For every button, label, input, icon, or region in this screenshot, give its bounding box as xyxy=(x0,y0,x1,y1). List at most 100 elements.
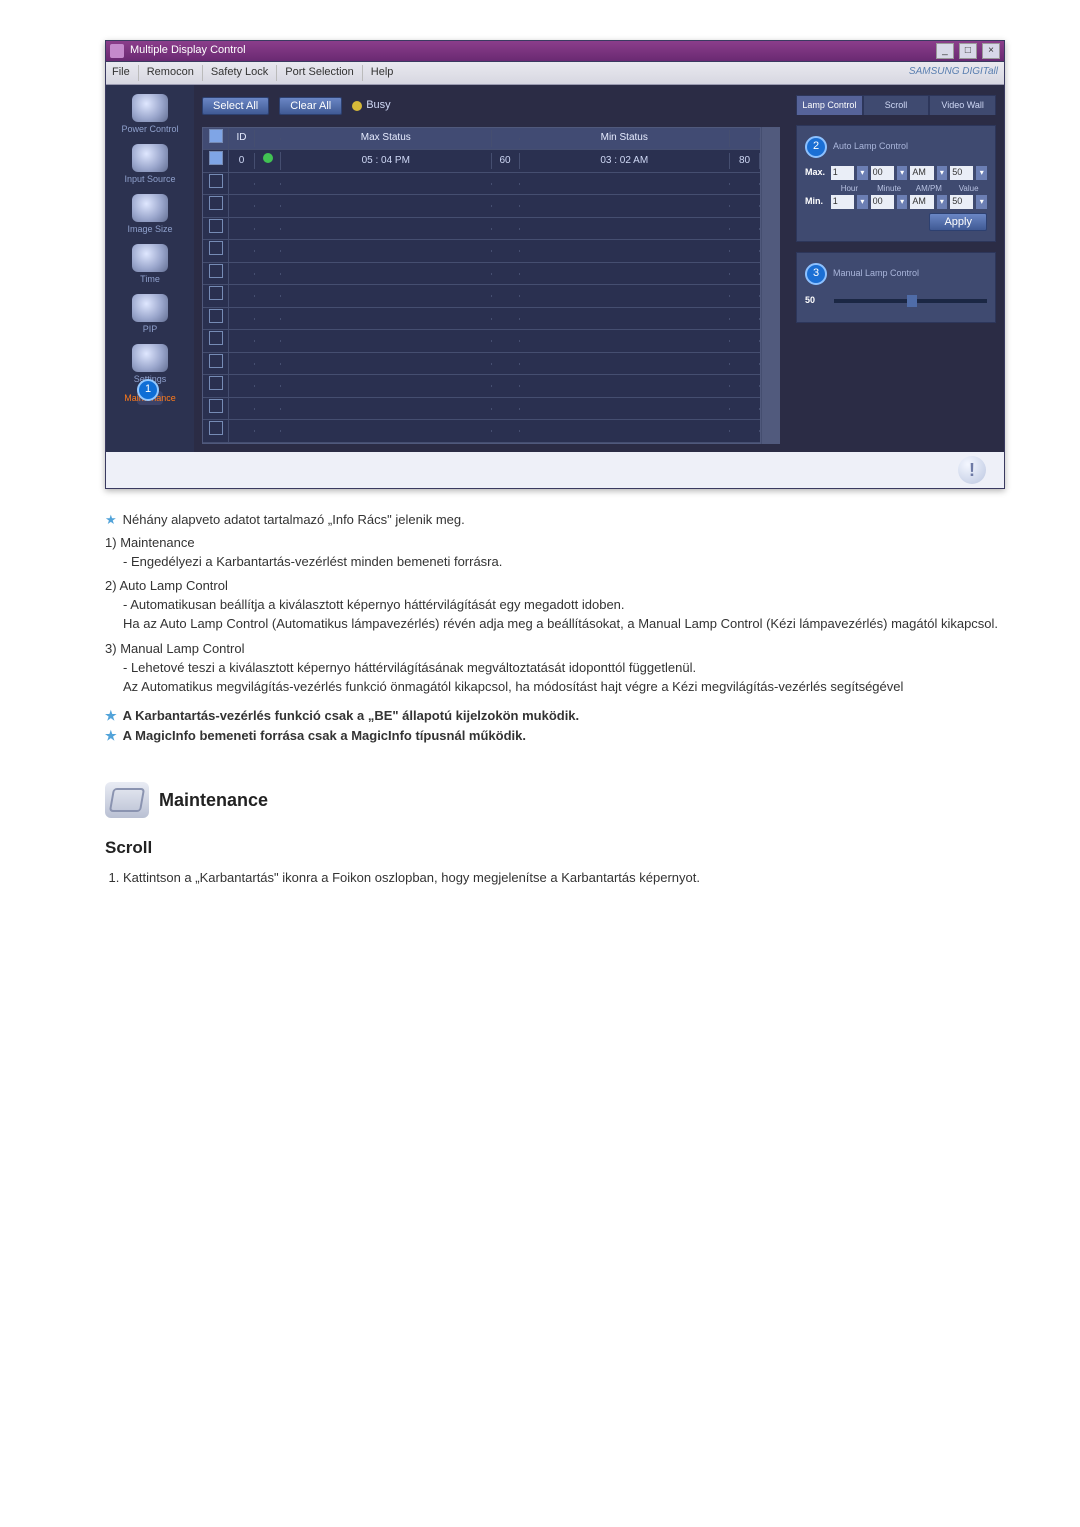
power-icon xyxy=(132,94,168,122)
sidebar-item-input[interactable]: Input Source xyxy=(111,141,189,189)
menu-safetylock[interactable]: Safety Lock xyxy=(211,65,268,81)
sidebar-item-time[interactable]: Time xyxy=(111,241,189,289)
max-value[interactable]: 50 xyxy=(950,166,973,180)
table-row xyxy=(203,173,760,196)
chevron-down-icon[interactable]: ▾ xyxy=(897,195,908,209)
chevron-down-icon[interactable]: ▾ xyxy=(976,166,987,180)
close-button[interactable]: × xyxy=(982,43,1000,59)
min-label: Min. xyxy=(805,195,828,208)
cell-id: 0 xyxy=(229,153,255,170)
max-minute[interactable]: 00 xyxy=(871,166,894,180)
status-icon xyxy=(263,153,273,163)
min-ampm[interactable]: AM xyxy=(910,195,933,209)
hdr-max: Max Status xyxy=(281,130,492,147)
min-value[interactable]: 50 xyxy=(950,195,973,209)
col-hour: Hour xyxy=(831,183,868,195)
tab-videowall[interactable]: Video Wall xyxy=(929,95,996,115)
chevron-down-icon[interactable]: ▾ xyxy=(937,195,948,209)
hdr-id: ID xyxy=(229,130,255,147)
auto-lamp-panel: 2Auto Lamp Control Max. 1▾ 00▾ AM▾ 50▾ H… xyxy=(796,125,996,242)
pip-icon xyxy=(132,294,168,322)
lamp-slider[interactable] xyxy=(834,299,987,303)
col-value: Value xyxy=(950,183,987,195)
doc-item-1: 1) Maintenance - Engedélyezi a Karbantar… xyxy=(105,534,1005,572)
tabs: Lamp Control Scroll Video Wall xyxy=(796,95,996,115)
grid-header-row: ID Max Status Min Status xyxy=(203,128,760,151)
bold-note-2: ★A MagicInfo bemeneti forrása csak a Mag… xyxy=(105,727,1005,746)
menu-file[interactable]: File xyxy=(112,65,130,81)
imagesize-icon xyxy=(132,194,168,222)
manual-value: 50 xyxy=(805,294,831,307)
cell-maxval: 60 xyxy=(492,153,520,170)
chevron-down-icon[interactable]: ▾ xyxy=(897,166,908,180)
doc-item-2: 2) Auto Lamp Control - Automatikusan beá… xyxy=(105,577,1005,634)
maximize-button[interactable]: □ xyxy=(959,43,977,59)
section-heading: Maintenance xyxy=(105,782,1005,818)
menu-portselection[interactable]: Port Selection xyxy=(285,65,353,81)
app-icon xyxy=(110,44,124,58)
menu-remocon[interactable]: Remocon xyxy=(147,65,194,81)
step-1: Kattintson a „Karbantartás" ikonra a Foi… xyxy=(123,869,1005,888)
table-row[interactable]: 0 05 : 04 PM 60 03 : 02 AM 80 xyxy=(203,150,760,173)
table-row xyxy=(203,330,760,353)
min-minute[interactable]: 00 xyxy=(871,195,894,209)
slider-thumb[interactable] xyxy=(907,295,917,307)
input-icon xyxy=(132,144,168,172)
hdr-maxval xyxy=(492,138,520,140)
row-checkbox[interactable] xyxy=(209,151,223,165)
sidebar-item-maintenance[interactable]: Maintenance1 xyxy=(137,391,163,405)
busy-label: Busy xyxy=(366,98,390,114)
manual-lamp-title: Manual Lamp Control xyxy=(833,267,919,280)
chevron-down-icon[interactable]: ▾ xyxy=(937,166,948,180)
tab-lampcontrol[interactable]: Lamp Control xyxy=(796,95,863,115)
tab-scroll[interactable]: Scroll xyxy=(863,95,930,115)
table-row xyxy=(203,420,760,443)
window-buttons: _ □ × xyxy=(934,43,1000,59)
min-hour[interactable]: 1 xyxy=(831,195,854,209)
steps-list: Kattintson a „Karbantartás" ikonra a Foi… xyxy=(123,869,1005,888)
table-row xyxy=(203,375,760,398)
sidebar-item-power[interactable]: Power Control xyxy=(111,91,189,139)
hdr-min: Min Status xyxy=(520,130,731,147)
cell-min: 03 : 02 AM xyxy=(520,153,731,170)
intro-note: ★Néhány alapveto adatot tartalmazó „Info… xyxy=(105,511,1005,530)
sidebar-item-imagesize[interactable]: Image Size xyxy=(111,191,189,239)
table-row xyxy=(203,308,760,331)
settings-icon xyxy=(132,344,168,372)
grid-scrollbar[interactable] xyxy=(761,127,780,444)
hdr-status xyxy=(255,138,281,140)
chevron-down-icon[interactable]: ▾ xyxy=(976,195,987,209)
select-all-button[interactable]: Select All xyxy=(202,97,269,115)
minimize-button[interactable]: _ xyxy=(936,43,954,59)
maintenance-section-icon xyxy=(105,782,149,818)
doc-item-3: 3) Manual Lamp Control - Lehetové teszi … xyxy=(105,640,1005,697)
table-row xyxy=(203,353,760,376)
brand-text: SAMSUNG DIGITall xyxy=(909,65,998,81)
sidebar-item-pip[interactable]: PIP xyxy=(111,291,189,339)
time-icon xyxy=(132,244,168,272)
hdr-check[interactable] xyxy=(203,128,229,150)
grid: ID Max Status Min Status 0 xyxy=(202,127,780,444)
star-icon: ★ xyxy=(105,512,117,527)
apply-button[interactable]: Apply xyxy=(929,213,987,231)
chevron-down-icon[interactable]: ▾ xyxy=(857,166,868,180)
section-title: Maintenance xyxy=(159,787,268,813)
menu-help[interactable]: Help xyxy=(371,65,394,81)
right-panel: Lamp Control Scroll Video Wall 2Auto Lam… xyxy=(788,85,1004,452)
app-window: Multiple Display Control _ □ × File Remo… xyxy=(105,40,1005,489)
info-icon: ! xyxy=(958,456,986,484)
chevron-down-icon[interactable]: ▾ xyxy=(857,195,868,209)
max-label: Max. xyxy=(805,166,828,179)
clear-all-button[interactable]: Clear All xyxy=(279,97,342,115)
star-icon: ★ xyxy=(105,708,117,723)
sidebar-item-label: Time xyxy=(140,273,160,286)
table-row xyxy=(203,195,760,218)
cell-max: 05 : 04 PM xyxy=(281,153,492,170)
bold-note-1: ★A Karbantartás-vezérlés funkció csak a … xyxy=(105,707,1005,726)
max-hour[interactable]: 1 xyxy=(831,166,854,180)
sidebar: Power Control Input Source Image Size Ti… xyxy=(106,85,194,452)
sidebar-item-label: Image Size xyxy=(127,223,172,236)
statusbar: ! xyxy=(106,452,1004,488)
max-ampm[interactable]: AM xyxy=(910,166,933,180)
busy-dot-icon xyxy=(352,101,362,111)
